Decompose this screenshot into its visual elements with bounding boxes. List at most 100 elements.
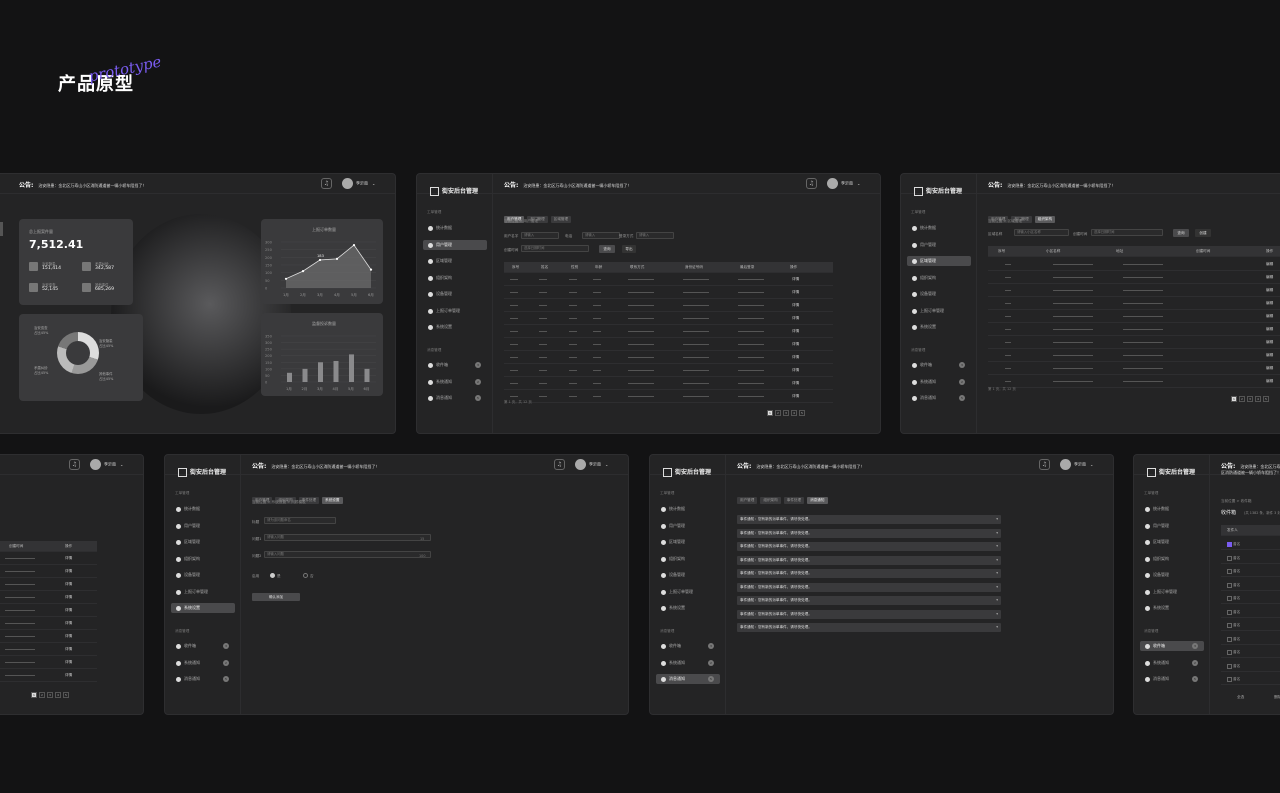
sidebar-item[interactable]: 区域管理 [423, 256, 487, 266]
sidebar-item[interactable]: 上报订单管理 [1140, 587, 1204, 597]
sidebar-item[interactable]: 区域管理 [171, 537, 235, 547]
region-input[interactable]: 请输入小区名称 [1014, 229, 1069, 236]
tab[interactable]: 组织架构 [760, 497, 781, 504]
action-link[interactable]: 详情 [792, 351, 799, 364]
checkbox[interactable] [1227, 636, 1232, 642]
sidebar-item-msg[interactable]: 系统通知 2 [656, 658, 720, 668]
user-menu[interactable]: 李沂南 ⌄ [1060, 459, 1093, 470]
inbox-row[interactable]: 曾名 [1221, 620, 1280, 631]
inbox-row[interactable]: 曾名 [1221, 580, 1280, 591]
page-button[interactable]: 1 [1231, 396, 1237, 402]
notice-row[interactable]: 事件通知：您有新的派单事件，请尽快处理。 ▾ [737, 528, 1001, 538]
sidebar-item[interactable]: 上报订单管理 [907, 306, 971, 316]
inbox-row[interactable]: 曾名 [1221, 566, 1280, 577]
notice-row[interactable]: 事件通知：您有新的派单事件，请尽快处理。 ▾ [737, 609, 1001, 619]
sidebar-item[interactable]: 设备管理 [656, 570, 720, 580]
action-link[interactable]: 详情 [65, 578, 72, 591]
page-button[interactable]: 4 [1255, 396, 1261, 402]
sidebar-item[interactable]: 上报订单管理 [423, 306, 487, 316]
edit-link[interactable]: 编辑 [1266, 297, 1273, 310]
query-button[interactable]: 查询 [599, 245, 615, 253]
notice-row[interactable]: 事件通知：您有新的派单事件，请尽快处理。 ▾ [737, 542, 1001, 551]
sidebar-item-msg[interactable]: 收件箱 3 [656, 641, 720, 651]
inbox-row[interactable]: 曾名 [1221, 661, 1280, 672]
sidebar-item[interactable]: 设备管理 [907, 289, 971, 299]
notice-row[interactable]: 事件通知：您有新的派单事件，请尽快处理。 ▾ [737, 596, 1001, 605]
action-link[interactable]: 详情 [792, 273, 799, 286]
submit-button[interactable]: 确认添加 [252, 593, 300, 601]
action-link[interactable]: 详情 [65, 656, 72, 669]
page-button[interactable]: 2 [1239, 396, 1245, 402]
inbox-row[interactable]: 曾名 [1221, 553, 1280, 564]
sidebar-item[interactable]: 用户管理 [171, 521, 235, 531]
page-button[interactable]: 2 [775, 410, 781, 416]
checkbox[interactable] [1227, 596, 1232, 601]
tab[interactable]: 消息通知 [807, 497, 828, 504]
checkbox[interactable] [1227, 569, 1232, 574]
sidebar-item[interactable]: 设备管理 [423, 289, 487, 299]
edit-link[interactable]: 编辑 [1266, 349, 1273, 362]
page-button[interactable]: 3 [783, 410, 789, 416]
action-link[interactable]: 详情 [65, 604, 72, 617]
tab[interactable]: 用户管理 [737, 497, 758, 504]
delete-button[interactable]: 删除 [1274, 695, 1280, 700]
page-button[interactable]: 5 [799, 410, 805, 416]
sidebar-item[interactable]: 上报订单管理 [656, 587, 720, 597]
filter-input[interactable]: 请输入 [521, 232, 559, 239]
checkbox[interactable] [1227, 663, 1232, 669]
sidebar-item[interactable]: 用户管理 [423, 239, 487, 250]
action-link[interactable]: 详情 [65, 591, 72, 604]
chevron-down-icon[interactable]: ⌄ [1090, 462, 1093, 467]
action-link[interactable]: 详情 [65, 630, 72, 643]
filter-input[interactable]: 请输入 [582, 232, 620, 239]
edit-link[interactable]: 编辑 [1266, 336, 1273, 349]
tab[interactable]: 组织架构 [1034, 216, 1056, 223]
select-all[interactable]: 全选 [1237, 695, 1244, 700]
sidebar-item[interactable]: 组织架构 [171, 554, 235, 564]
sidebar-item[interactable]: 统计数据 [171, 504, 235, 514]
sidebar-item[interactable]: 组织架构 [907, 273, 971, 283]
radio-no[interactable] [303, 573, 308, 578]
sidebar-item-msg[interactable]: 系统通知 2 [423, 377, 487, 387]
page-button[interactable]: 4 [55, 692, 61, 698]
sidebar-item[interactable]: 区域管理 [1140, 537, 1204, 547]
sidebar-item-msg[interactable]: 收件箱 3 [171, 641, 235, 651]
action-link[interactable]: 详情 [65, 552, 72, 565]
sidebar-item[interactable]: 统计数据 [656, 504, 720, 514]
inbox-row[interactable]: 曾名 [1221, 674, 1280, 685]
notification-bell-icon[interactable]: ♫ [69, 459, 80, 470]
filter-input[interactable]: 请输入 [636, 232, 674, 239]
action-link[interactable]: 详情 [65, 617, 72, 630]
chevron-down-icon[interactable]: ⌄ [857, 181, 860, 186]
notice-row[interactable]: 事件通知：您有新的派单事件，请尽快处理。 ▾ [737, 582, 1001, 592]
page-button[interactable]: 1 [767, 410, 773, 416]
radio-yes[interactable] [270, 573, 275, 578]
sidebar-item[interactable]: 用户管理 [907, 240, 971, 250]
edit-link[interactable]: 编辑 [1266, 284, 1273, 297]
notification-bell-icon[interactable]: ♫ [1039, 459, 1050, 470]
title-input[interactable]: 请为该问题命名 [264, 517, 336, 524]
sidebar-item[interactable]: 系统设置 [656, 603, 720, 613]
sidebar-item[interactable]: 统计数据 [907, 223, 971, 233]
action-link[interactable]: 详情 [65, 643, 72, 656]
action-link[interactable]: 详情 [792, 364, 799, 377]
sidebar-item-msg[interactable]: 消息通知 5 [1140, 674, 1204, 684]
notice-row[interactable]: 事件通知：您有新的派单事件，请尽快处理。 ▾ [737, 623, 1001, 632]
checkbox[interactable] [1227, 542, 1232, 547]
action-link[interactable]: 详情 [792, 299, 799, 312]
sidebar-item[interactable]: 设备管理 [171, 570, 235, 580]
inbox-row[interactable]: 曾名 [1221, 634, 1280, 645]
edit-link[interactable]: 编辑 [1266, 362, 1273, 375]
sidebar-item-msg[interactable]: 收件箱 3 [907, 360, 971, 370]
page-button[interactable]: 5 [63, 692, 69, 698]
export-button[interactable]: 导出 [622, 245, 636, 253]
sidebar-item[interactable]: 组织架构 [1140, 554, 1204, 564]
edit-link[interactable]: 编辑 [1266, 258, 1273, 271]
inbox-row[interactable]: 曾名 [1221, 607, 1280, 618]
sidebar-item[interactable]: 统计数据 [1140, 504, 1204, 514]
checkbox[interactable] [1227, 582, 1232, 588]
action-link[interactable]: 详情 [792, 286, 799, 299]
page-button[interactable]: 2 [39, 692, 45, 698]
checkbox[interactable] [1227, 677, 1232, 682]
sidebar-item-msg[interactable]: 系统通知 2 [171, 658, 235, 668]
